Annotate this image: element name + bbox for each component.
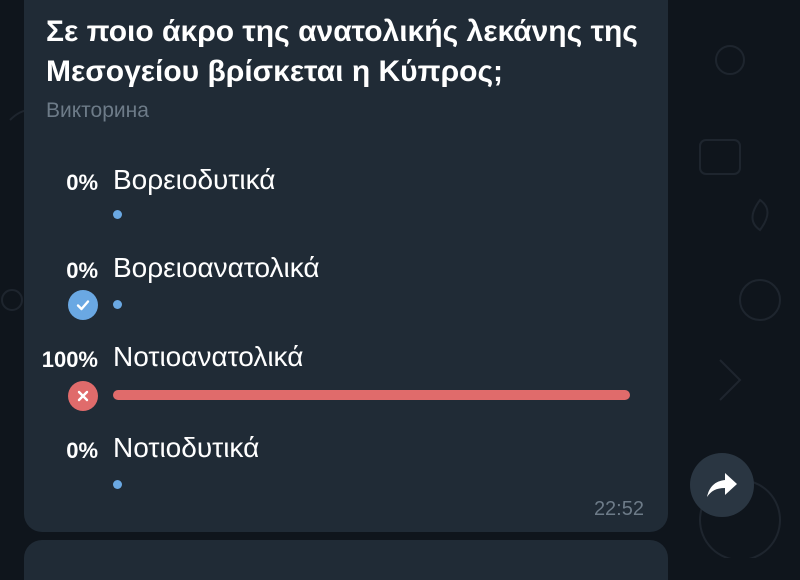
option-percent: 0% <box>66 258 98 283</box>
result-bar-empty <box>113 210 122 219</box>
result-bar <box>113 390 630 400</box>
option-percent: 0% <box>66 438 98 463</box>
option-label: Βορειοδυτικά <box>113 164 276 195</box>
option-percent: 100% <box>41 347 98 372</box>
poll-question: Σε ποιο άκρο της ανατολικής λεκάνης της … <box>46 15 638 88</box>
option-percent: 0% <box>66 170 98 195</box>
message-time: 22:52 <box>593 498 644 520</box>
check-circle-icon <box>68 290 98 320</box>
poll-type-label: Викторина <box>46 99 149 122</box>
share-button[interactable] <box>690 453 754 517</box>
share-arrow-icon <box>707 473 737 497</box>
option-label: Νοτιοδυτικά <box>113 432 260 463</box>
result-bar-empty <box>113 480 122 489</box>
next-message-bubble <box>24 540 668 580</box>
option-label: Βορειοανατολικά <box>113 252 320 283</box>
x-circle-icon <box>68 381 98 411</box>
result-bar-empty <box>113 300 122 309</box>
option-label: Νοτιοανατολικά <box>113 341 304 372</box>
